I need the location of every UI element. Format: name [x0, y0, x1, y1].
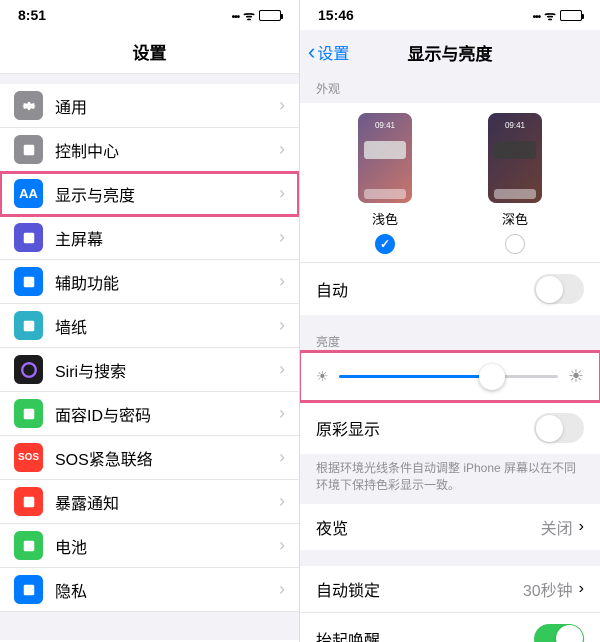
- settings-row-battery[interactable]: 电池›: [0, 524, 299, 568]
- switch-icon: [14, 135, 43, 164]
- chevron-right-icon: ›: [279, 579, 285, 600]
- auto-lock-row[interactable]: 自动锁定 30秒钟›: [300, 566, 600, 612]
- accessibility-icon: [14, 267, 43, 296]
- auto-appearance-row[interactable]: 自动: [300, 262, 600, 315]
- row-label: 控制中心: [55, 138, 279, 162]
- night-shift-row[interactable]: 夜览 关闭›: [300, 504, 600, 550]
- radio-unchecked-icon: [505, 234, 525, 254]
- status-bar: 15:46: [300, 0, 600, 30]
- toggle-on[interactable]: [534, 624, 584, 642]
- settings-row-hand[interactable]: 隐私›: [0, 568, 299, 612]
- status-time: 15:46: [318, 7, 354, 23]
- toggle-off[interactable]: [534, 274, 584, 304]
- row-label: 墙纸: [55, 314, 279, 338]
- settings-row-sos[interactable]: SOS SOS紧急联络›: [0, 436, 299, 480]
- siri-icon: [14, 355, 43, 384]
- chevron-right-icon: ›: [279, 403, 285, 424]
- row-label: 显示与亮度: [55, 182, 279, 206]
- battery-icon: [259, 10, 281, 21]
- chevron-right-icon: ›: [279, 491, 285, 512]
- chevron-right-icon: ›: [279, 95, 285, 116]
- settings-row-grid[interactable]: 主屏幕›: [0, 216, 299, 260]
- chevron-right-icon: ›: [279, 315, 285, 336]
- true-tone-row[interactable]: 原彩显示: [300, 401, 600, 454]
- chevron-left-icon: ‹: [308, 41, 315, 63]
- sun-min-icon: ☀: [316, 368, 329, 385]
- settings-row-face[interactable]: 面容ID与密码›: [0, 392, 299, 436]
- signal-icon: [232, 7, 240, 23]
- settings-row-exposure[interactable]: 暴露通知›: [0, 480, 299, 524]
- battery-icon: [560, 10, 582, 21]
- status-bar: 8:51: [0, 0, 299, 30]
- dark-preview: [488, 113, 542, 203]
- radio-checked-icon: [375, 234, 395, 254]
- page-title: 显示与亮度: [408, 40, 493, 65]
- toggle-off[interactable]: [534, 413, 584, 443]
- settings-row-aa[interactable]: AA 显示与亮度›: [0, 172, 299, 216]
- row-label: 面容ID与密码: [55, 402, 279, 426]
- gear-icon: [14, 91, 43, 120]
- chevron-right-icon: ›: [579, 518, 584, 536]
- chevron-right-icon: ›: [279, 447, 285, 468]
- status-time: 8:51: [18, 7, 46, 23]
- brightness-header: 亮度: [300, 327, 600, 352]
- chevron-right-icon: ›: [279, 183, 285, 204]
- exposure-icon: [14, 487, 43, 516]
- brightness-row[interactable]: ☀ ☀: [300, 352, 600, 401]
- row-label: 主屏幕: [55, 226, 279, 250]
- sun-max-icon: ☀: [568, 366, 584, 387]
- hand-icon: [14, 575, 43, 604]
- row-label: SOS紧急联络: [55, 446, 279, 470]
- face-icon: [14, 399, 43, 428]
- row-label: Siri与搜索: [55, 358, 279, 382]
- sos-icon: SOS: [14, 443, 43, 472]
- wifi-icon: [544, 6, 556, 24]
- raise-to-wake-row[interactable]: 抬起唤醒: [300, 612, 600, 642]
- chevron-right-icon: ›: [279, 271, 285, 292]
- row-label: 电池: [55, 534, 279, 558]
- appearance-light-option[interactable]: 浅色: [358, 113, 412, 254]
- settings-row-siri[interactable]: Siri与搜索›: [0, 348, 299, 392]
- navbar: ‹设置 显示与亮度: [300, 30, 600, 74]
- page-title: 设置: [133, 39, 167, 64]
- row-label: 通用: [55, 94, 279, 118]
- signal-icon: [533, 7, 541, 23]
- flower-icon: [14, 311, 43, 340]
- chevron-right-icon: ›: [579, 580, 584, 598]
- settings-row-switch[interactable]: 控制中心›: [0, 128, 299, 172]
- appearance-section: 浅色 深色 自动: [300, 103, 600, 315]
- battery-icon: [14, 531, 43, 560]
- grid-icon: [14, 223, 43, 252]
- row-label: 暴露通知: [55, 490, 279, 514]
- appearance-dark-option[interactable]: 深色: [488, 113, 542, 254]
- settings-row-flower[interactable]: 墙纸›: [0, 304, 299, 348]
- settings-row-accessibility[interactable]: 辅助功能›: [0, 260, 299, 304]
- chevron-right-icon: ›: [279, 359, 285, 380]
- wifi-icon: [243, 6, 255, 24]
- chevron-right-icon: ›: [279, 535, 285, 556]
- true-tone-note: 根据环境光线条件自动调整 iPhone 屏幕以在不同环境下保持色彩显示一致。: [300, 454, 600, 504]
- chevron-right-icon: ›: [279, 139, 285, 160]
- settings-row-gear[interactable]: 通用›: [0, 84, 299, 128]
- brightness-slider[interactable]: [339, 375, 558, 378]
- light-preview: [358, 113, 412, 203]
- chevron-right-icon: ›: [279, 227, 285, 248]
- row-label: 辅助功能: [55, 270, 279, 294]
- appearance-header: 外观: [300, 74, 600, 103]
- row-label: 隐私: [55, 578, 279, 602]
- aa-icon: AA: [14, 179, 43, 208]
- back-button[interactable]: ‹设置: [308, 40, 349, 64]
- navbar: 设置: [0, 30, 299, 74]
